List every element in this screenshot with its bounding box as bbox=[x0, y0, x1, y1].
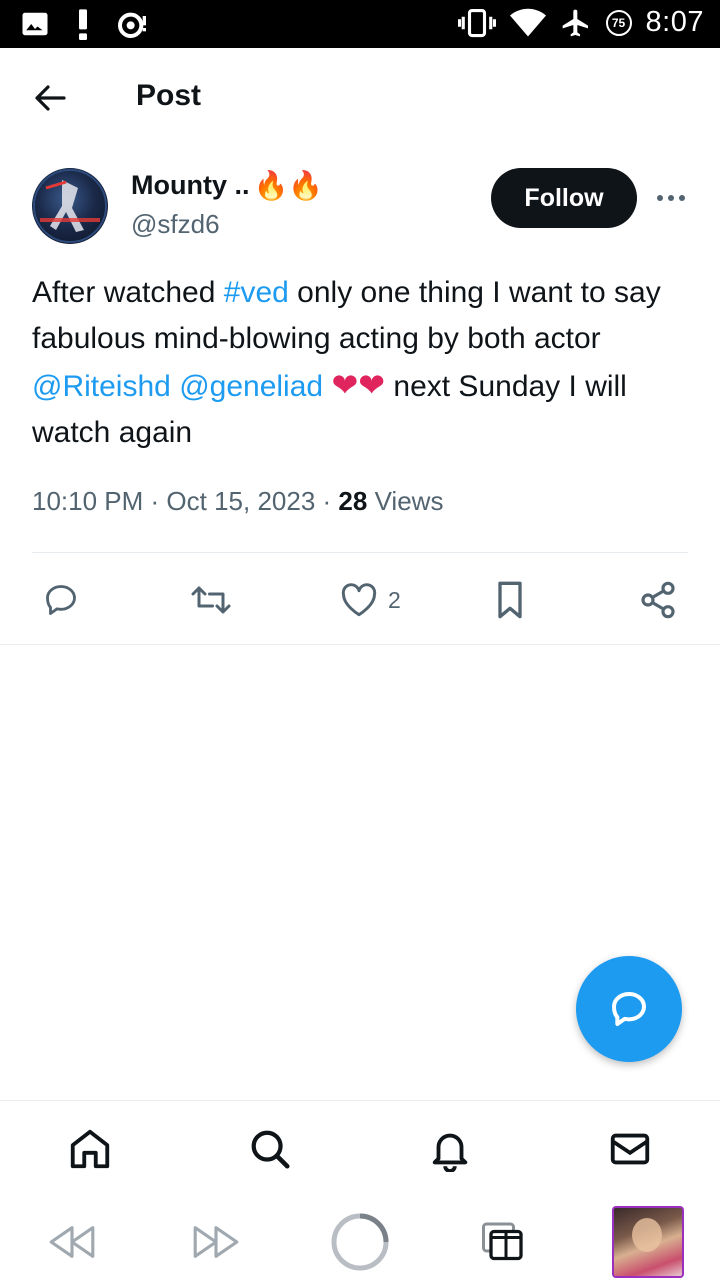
home-icon bbox=[70, 1129, 110, 1169]
nav-home[interactable] bbox=[66, 1125, 114, 1173]
header: Post bbox=[0, 48, 720, 146]
vibrate-icon bbox=[457, 8, 496, 37]
bottom-navigation bbox=[0, 1100, 720, 1204]
author-handle[interactable]: @sfzd6 bbox=[131, 209, 220, 240]
views-count[interactable]: 28 bbox=[338, 486, 367, 516]
avatar[interactable] bbox=[32, 168, 108, 244]
heart-outline-icon bbox=[341, 583, 377, 617]
more-options-button[interactable] bbox=[653, 184, 689, 212]
like-button[interactable]: 2 bbox=[340, 578, 401, 622]
more-dot-icon bbox=[657, 195, 663, 201]
status-bar: 75 8:07 bbox=[0, 0, 720, 48]
share-button[interactable] bbox=[638, 578, 678, 622]
battery-icon: 75 bbox=[605, 9, 632, 36]
tweet-time: 10:10 PM bbox=[32, 486, 144, 516]
battery-level: 75 bbox=[611, 15, 626, 30]
system-bottom-bar bbox=[0, 1204, 720, 1280]
rewind-icon bbox=[49, 1226, 95, 1258]
bell-icon bbox=[432, 1133, 468, 1172]
home-circle-button[interactable] bbox=[328, 1210, 392, 1274]
fire-emoji: 🔥🔥 bbox=[253, 169, 324, 201]
more-dot-icon bbox=[668, 195, 674, 201]
nav-messages[interactable] bbox=[606, 1125, 654, 1173]
page-title: Post bbox=[136, 79, 202, 112]
tabs-icon bbox=[482, 1222, 523, 1261]
share-icon bbox=[641, 581, 675, 619]
repost-icon bbox=[191, 586, 231, 614]
back-button[interactable] bbox=[30, 78, 70, 118]
wifi-icon bbox=[509, 8, 546, 36]
follow-button[interactable]: Follow bbox=[491, 168, 637, 228]
mention-link[interactable]: @Riteishd bbox=[32, 370, 171, 403]
search-icon bbox=[251, 1130, 290, 1169]
circle-home-icon bbox=[331, 1213, 389, 1271]
like-count: 2 bbox=[388, 586, 401, 613]
action-bar: 2 bbox=[0, 578, 720, 622]
heart-emoji: ❤❤ bbox=[331, 367, 386, 403]
tweet-text-part: After watched bbox=[32, 276, 224, 309]
divider bbox=[32, 552, 688, 553]
clock: 8:07 bbox=[645, 6, 704, 38]
nav-search[interactable] bbox=[246, 1125, 294, 1173]
fast-forward-icon bbox=[193, 1226, 239, 1258]
tweet-meta: 10:10 PM · Oct 15, 2023 · 28 Views bbox=[32, 486, 444, 516]
tabs-button[interactable] bbox=[478, 1210, 528, 1274]
app-thumbnail-image bbox=[612, 1206, 684, 1278]
reply-icon bbox=[46, 585, 76, 615]
author-name-text: Mounty .. bbox=[131, 170, 250, 200]
recent-app-thumbnail[interactable] bbox=[611, 1206, 685, 1278]
more-dot-icon bbox=[679, 195, 685, 201]
mail-icon bbox=[610, 1133, 650, 1165]
fast-forward-button[interactable] bbox=[188, 1210, 244, 1274]
compose-reply-button[interactable] bbox=[576, 956, 682, 1062]
mention-link[interactable]: @geneliad bbox=[179, 370, 323, 403]
tweet-text: After watched #ved only one thing I want… bbox=[32, 270, 692, 456]
repost-button[interactable] bbox=[190, 578, 232, 622]
alert-icon bbox=[79, 9, 87, 40]
bookmark-icon bbox=[498, 581, 522, 619]
tweet-date: Oct 15, 2023 bbox=[166, 486, 316, 516]
reply-button[interactable] bbox=[42, 578, 80, 622]
divider bbox=[0, 644, 720, 645]
avatar-image bbox=[33, 169, 107, 243]
views-label: Views bbox=[374, 486, 444, 516]
sync-icon bbox=[117, 12, 146, 38]
author-name[interactable]: Mounty .. 🔥🔥 bbox=[131, 170, 323, 201]
airplane-icon bbox=[562, 9, 588, 36]
rewind-button[interactable] bbox=[44, 1210, 100, 1274]
reply-bubble-icon bbox=[612, 992, 646, 1026]
bookmark-button[interactable] bbox=[492, 578, 528, 622]
nav-notifications[interactable] bbox=[426, 1125, 474, 1173]
image-icon bbox=[22, 12, 48, 36]
hashtag-link[interactable]: #ved bbox=[224, 276, 289, 309]
back-arrow-icon bbox=[35, 85, 66, 111]
